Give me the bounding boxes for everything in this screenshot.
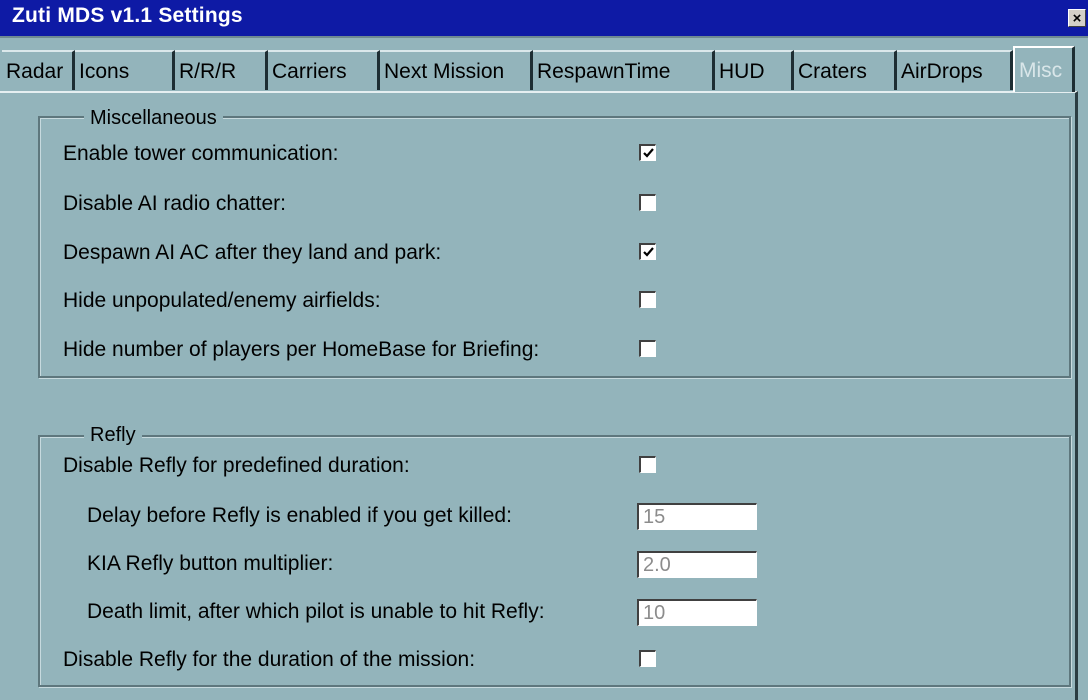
refly-legend: Refly <box>84 424 142 446</box>
disable-ai-radio-chatter-label: Disable AI radio chatter: <box>63 192 286 215</box>
tab-misc[interactable]: Misc <box>1013 46 1075 92</box>
disable-refly-predefined-checkbox[interactable] <box>639 456 656 473</box>
hide-unpopulated-airfields-checkbox[interactable] <box>639 291 656 308</box>
enable-tower-communication-checkbox[interactable] <box>639 144 656 161</box>
tab-respawn-time[interactable]: RespawnTime <box>533 50 715 90</box>
checkmark-icon <box>643 247 654 257</box>
checkmark-icon <box>643 148 654 158</box>
close-icon: × <box>1072 9 1082 27</box>
disable-ai-radio-chatter-checkbox[interactable] <box>639 194 656 211</box>
hide-unpopulated-airfields-label: Hide unpopulated/enemy airfields: <box>63 289 381 312</box>
disable-refly-mission-checkbox[interactable] <box>639 650 656 667</box>
despawn-ai-ac-label: Despawn AI AC after they land and park: <box>63 241 442 264</box>
window-title: Zuti MDS v1.1 Settings <box>12 4 243 27</box>
death-limit-field[interactable]: 10 <box>637 599 757 626</box>
tab-rrr[interactable]: R/R/R <box>175 50 268 90</box>
tab-craters[interactable]: Craters <box>794 50 897 90</box>
close-button[interactable]: × <box>1068 9 1086 27</box>
delay-before-refly-label: Delay before Refly is enabled if you get… <box>87 504 512 527</box>
disable-refly-mission-label: Disable Refly for the duration of the mi… <box>63 648 476 671</box>
enable-tower-communication-label: Enable tower communication: <box>63 142 339 165</box>
tab-next-mission[interactable]: Next Mission <box>380 50 533 90</box>
tab-carriers[interactable]: Carriers <box>268 50 380 90</box>
hide-players-per-homebase-label: Hide number of players per HomeBase for … <box>63 338 540 361</box>
despawn-ai-ac-checkbox[interactable] <box>639 243 656 260</box>
delay-before-refly-field[interactable]: 15 <box>637 503 757 530</box>
death-limit-label: Death limit, after which pilot is unable… <box>87 600 545 623</box>
tab-strip: Radar Icons R/R/R Carriers Next Mission … <box>0 46 1088 92</box>
title-bar: Zuti MDS v1.1 Settings × <box>0 0 1088 38</box>
disable-refly-predefined-label: Disable Refly for predefined duration: <box>63 454 410 477</box>
kia-refly-multiplier-label: KIA Refly button multiplier: <box>87 552 334 575</box>
miscellaneous-legend: Miscellaneous <box>84 107 223 129</box>
tab-icons[interactable]: Icons <box>75 50 175 90</box>
tab-radar[interactable]: Radar <box>2 50 75 90</box>
tab-hud[interactable]: HUD <box>715 50 794 90</box>
kia-refly-multiplier-field[interactable]: 2.0 <box>637 551 757 578</box>
hide-players-per-homebase-checkbox[interactable] <box>639 340 656 357</box>
tab-airdrops[interactable]: AirDrops <box>897 50 1013 90</box>
